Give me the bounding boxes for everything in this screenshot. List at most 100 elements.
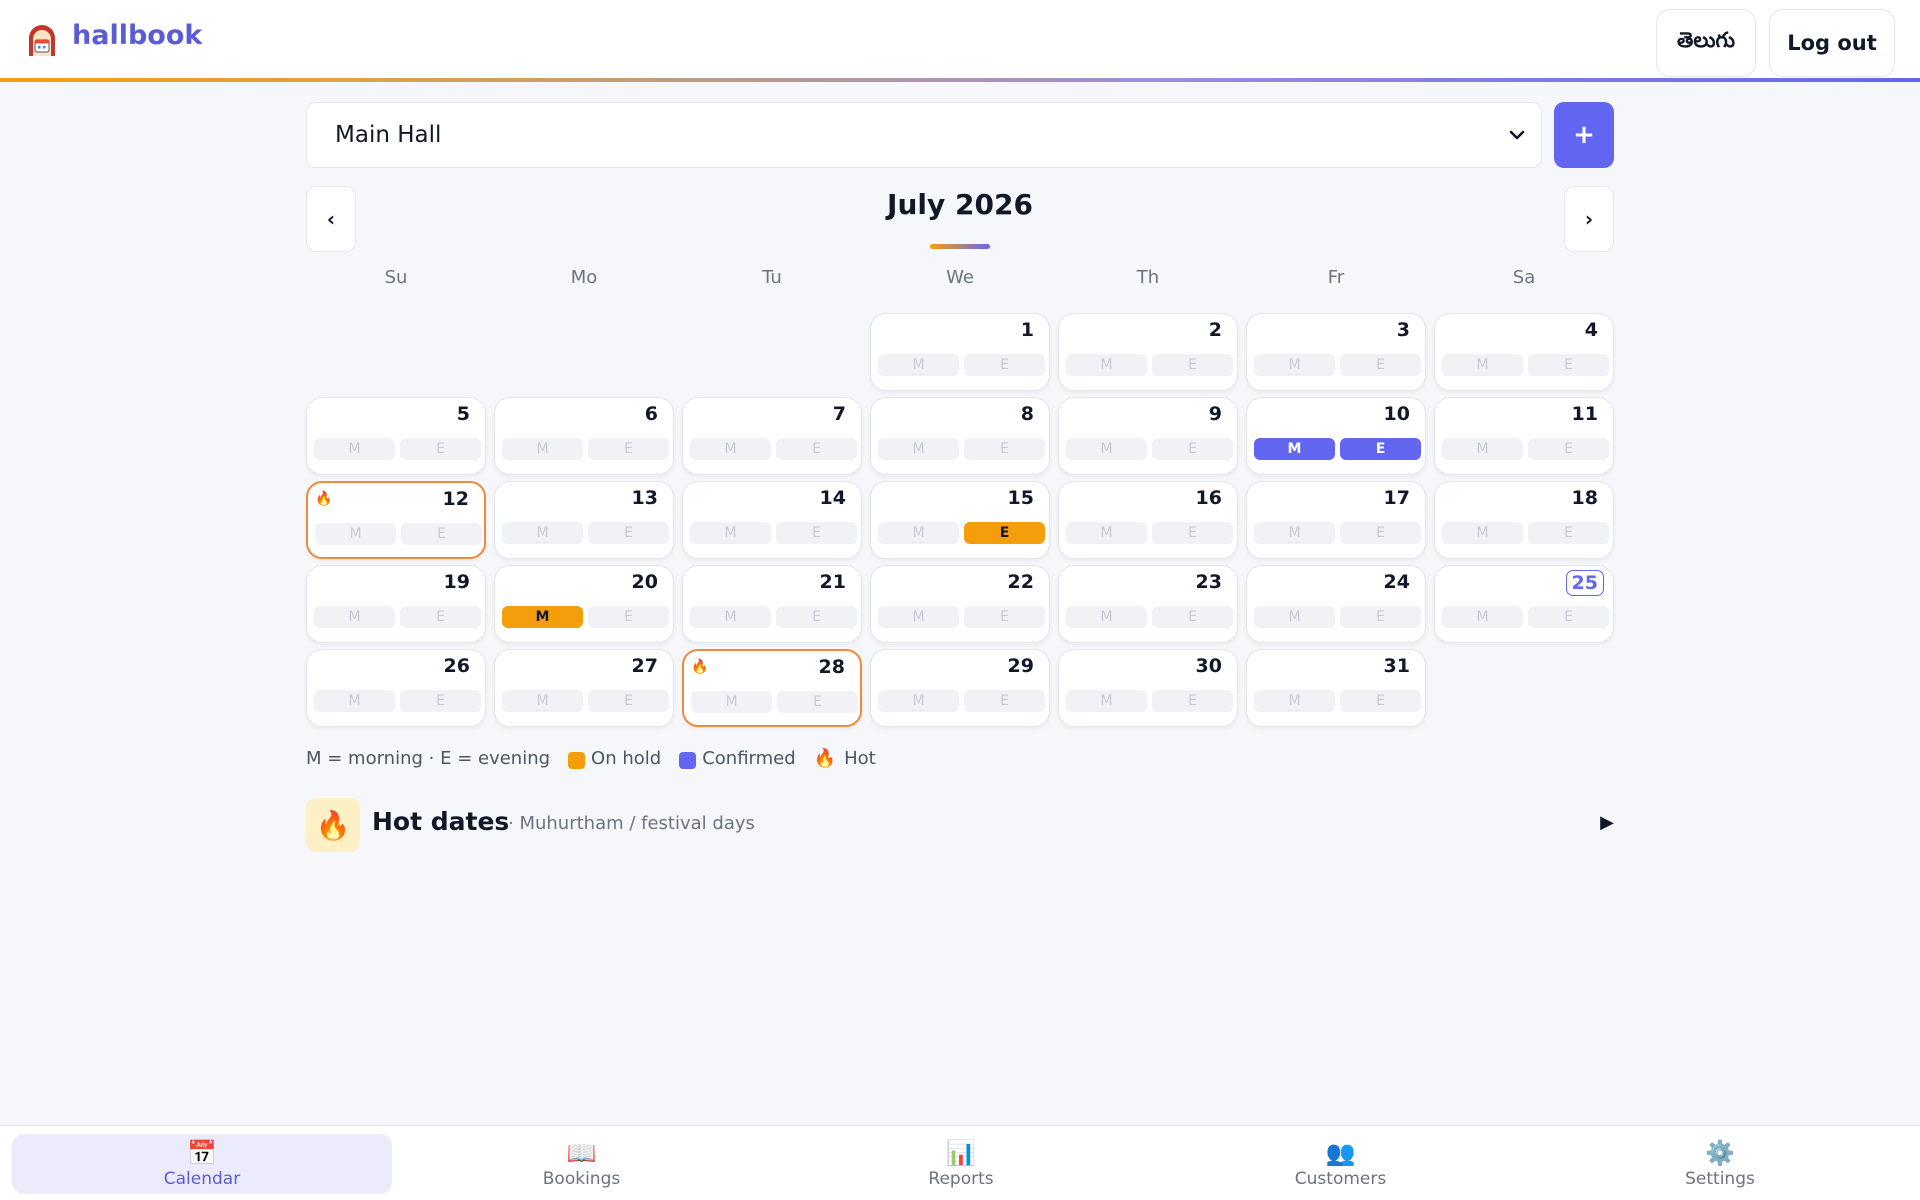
day-cell[interactable]: 29 M E [870, 649, 1050, 727]
nav-customers[interactable]: 👥 Customers [1151, 1134, 1531, 1194]
morning-slot[interactable]: M [314, 690, 395, 712]
evening-slot[interactable]: E [964, 606, 1045, 628]
morning-slot[interactable]: M [502, 690, 583, 712]
evening-slot[interactable]: E [1152, 354, 1233, 376]
day-cell[interactable]: 7 ME [682, 397, 862, 475]
nav-calendar[interactable]: 📅 Calendar [12, 1134, 392, 1194]
day-cell[interactable]: 25 M E [1434, 565, 1614, 643]
day-cell[interactable]: 10 M E [1246, 397, 1426, 475]
day-cell[interactable]: 17 M E [1246, 481, 1426, 559]
morning-slot[interactable]: M [878, 690, 959, 712]
morning-slot[interactable]: M [1442, 354, 1523, 376]
morning-slot[interactable]: M [314, 606, 395, 628]
evening-slot[interactable]: E [964, 690, 1045, 712]
expand-toggle-icon[interactable]: ▶ [1600, 812, 1614, 833]
day-cell[interactable]: 9 ME [1058, 397, 1238, 475]
day-cell[interactable]: 4 ME [1434, 313, 1614, 391]
day-cell[interactable]: 5 ME [306, 397, 486, 475]
day-cell[interactable]: 22 M E [870, 565, 1050, 643]
nav-reports[interactable]: 📊 Reports [771, 1134, 1151, 1194]
morning-slot[interactable]: M [1442, 438, 1523, 460]
evening-slot[interactable]: E [964, 354, 1045, 376]
evening-slot[interactable]: E [588, 606, 669, 628]
morning-slot[interactable]: M [1066, 522, 1147, 544]
evening-slot[interactable]: E [400, 606, 481, 628]
morning-slot[interactable]: M [1442, 522, 1523, 544]
morning-slot[interactable]: M [1254, 690, 1335, 712]
evening-slot[interactable]: E [400, 438, 481, 460]
day-cell[interactable]: 31 M E [1246, 649, 1426, 727]
day-cell[interactable]: 19 M E [306, 565, 486, 643]
morning-slot[interactable]: M [502, 522, 583, 544]
morning-slot[interactable]: M [502, 606, 583, 628]
language-button[interactable]: తెలుగు [1656, 9, 1756, 77]
evening-slot[interactable]: E [401, 523, 482, 545]
day-cell[interactable]: 24 M E [1246, 565, 1426, 643]
morning-slot[interactable]: M [1254, 438, 1335, 460]
evening-slot[interactable]: E [1152, 690, 1233, 712]
day-cell[interactable]: 🔥 28 M E [682, 649, 862, 727]
day-cell[interactable]: 30 M E [1058, 649, 1238, 727]
brand-name[interactable]: hallbook [72, 20, 202, 51]
evening-slot[interactable]: E [400, 690, 481, 712]
morning-slot[interactable]: M [690, 522, 771, 544]
day-cell[interactable]: 6 ME [494, 397, 674, 475]
evening-slot[interactable]: E [1340, 354, 1421, 376]
day-cell[interactable]: 1 ME [870, 313, 1050, 391]
morning-slot[interactable]: M [315, 523, 396, 545]
evening-slot[interactable]: E [1528, 438, 1609, 460]
hall-select[interactable]: Main Hall [306, 102, 1542, 168]
morning-slot[interactable]: M [691, 691, 772, 713]
evening-slot[interactable]: E [1340, 522, 1421, 544]
morning-slot[interactable]: M [1254, 522, 1335, 544]
evening-slot[interactable]: E [964, 522, 1045, 544]
morning-slot[interactable]: M [314, 438, 395, 460]
day-cell[interactable]: 27 M E [494, 649, 674, 727]
nav-settings[interactable]: ⚙️ Settings [1530, 1134, 1910, 1194]
morning-slot[interactable]: M [1254, 606, 1335, 628]
day-cell[interactable]: 2 ME [1058, 313, 1238, 391]
evening-slot[interactable]: E [1152, 522, 1233, 544]
evening-slot[interactable]: E [1340, 438, 1421, 460]
day-cell[interactable]: 26 M E [306, 649, 486, 727]
morning-slot[interactable]: M [690, 438, 771, 460]
day-cell[interactable]: 18 M E [1434, 481, 1614, 559]
nav-bookings[interactable]: 📖 Bookings [392, 1134, 772, 1194]
day-cell[interactable]: 11 M E [1434, 397, 1614, 475]
evening-slot[interactable]: E [776, 522, 857, 544]
prev-month-button[interactable]: ‹ [306, 186, 356, 252]
day-cell[interactable]: 8 ME [870, 397, 1050, 475]
day-cell[interactable]: 21 M E [682, 565, 862, 643]
evening-slot[interactable]: E [776, 438, 857, 460]
next-month-button[interactable]: › [1564, 186, 1614, 252]
evening-slot[interactable]: E [1528, 522, 1609, 544]
evening-slot[interactable]: E [1528, 354, 1609, 376]
evening-slot[interactable]: E [777, 691, 858, 713]
evening-slot[interactable]: E [964, 438, 1045, 460]
hot-dates-panel[interactable]: 🔥 Hot dates · Muhurtham / festival days … [306, 798, 1614, 852]
morning-slot[interactable]: M [1066, 438, 1147, 460]
morning-slot[interactable]: M [878, 522, 959, 544]
evening-slot[interactable]: E [588, 690, 669, 712]
evening-slot[interactable]: E [1340, 690, 1421, 712]
morning-slot[interactable]: M [1442, 606, 1523, 628]
morning-slot[interactable]: M [502, 438, 583, 460]
evening-slot[interactable]: E [588, 522, 669, 544]
evening-slot[interactable]: E [1152, 606, 1233, 628]
day-cell[interactable]: 🔥 12 M E [306, 481, 486, 559]
morning-slot[interactable]: M [690, 606, 771, 628]
evening-slot[interactable]: E [588, 438, 669, 460]
logout-button[interactable]: Log out [1769, 9, 1895, 77]
day-cell[interactable]: 14 M E [682, 481, 862, 559]
evening-slot[interactable]: E [1528, 606, 1609, 628]
morning-slot[interactable]: M [878, 354, 959, 376]
morning-slot[interactable]: M [878, 438, 959, 460]
day-cell[interactable]: 16 M E [1058, 481, 1238, 559]
morning-slot[interactable]: M [1254, 354, 1335, 376]
evening-slot[interactable]: E [1152, 438, 1233, 460]
day-cell[interactable]: 20 M E [494, 565, 674, 643]
day-cell[interactable]: 23 M E [1058, 565, 1238, 643]
morning-slot[interactable]: M [878, 606, 959, 628]
day-cell[interactable]: 13 M E [494, 481, 674, 559]
morning-slot[interactable]: M [1066, 606, 1147, 628]
